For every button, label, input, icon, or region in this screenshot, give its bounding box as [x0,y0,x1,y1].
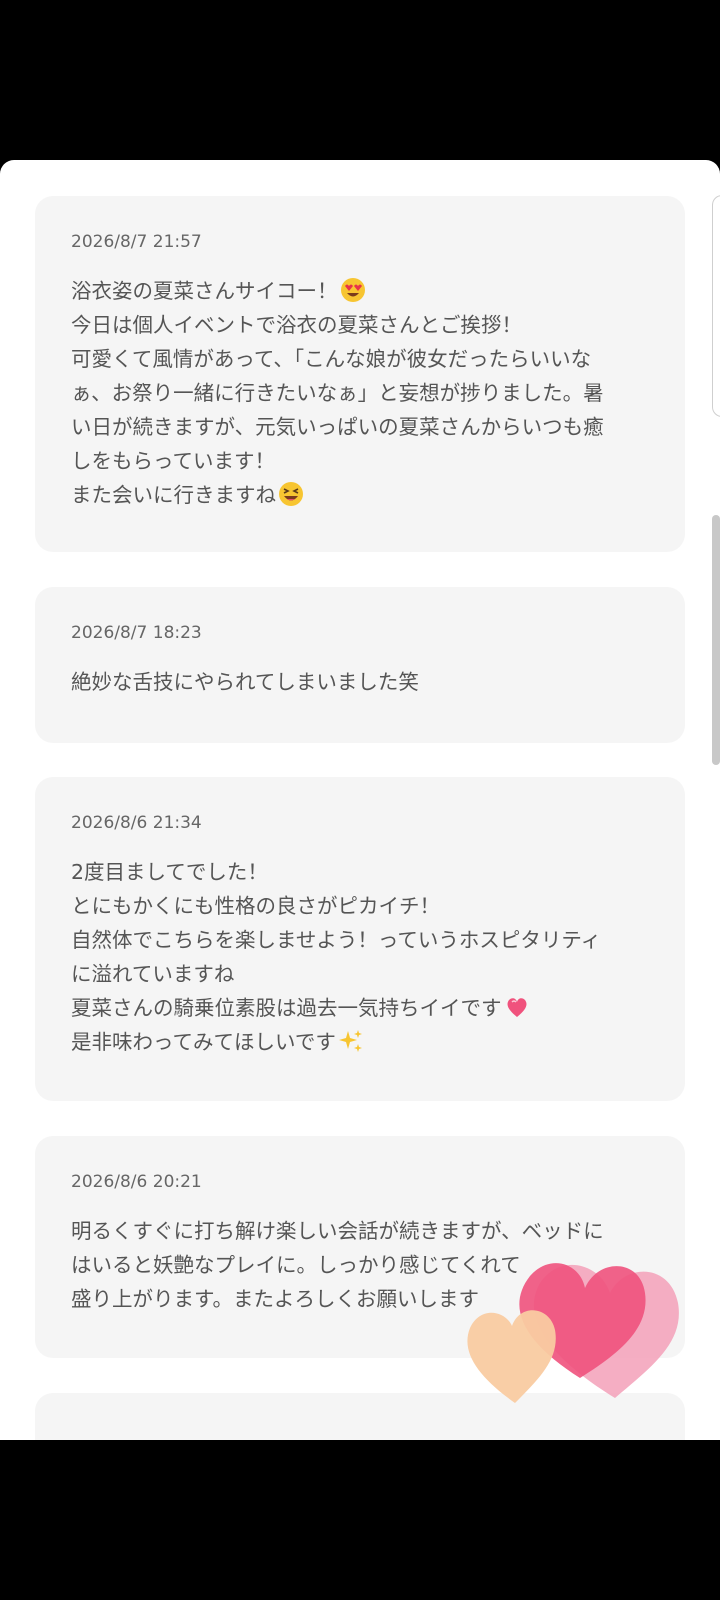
review-line: 絶妙な舌技にやられてしまいました笑 [71,670,419,694]
review-line: ぁ、お祭り一緒に行きたいなぁ」と妄想が捗りました。暑 [71,381,604,405]
review-line: 是非味わってみてほしいです [71,1030,336,1054]
review-line: 盛り上がります。またよろしくお願いします [71,1287,479,1311]
review-line: とにもかくにも性格の良さがピカイチ！ [71,894,440,918]
review-body: 2度目ましてでした！ とにもかくにも性格の良さがピカイチ！ 自然体でこちらを楽し… [71,855,649,1059]
side-panel-tab[interactable] [712,195,720,417]
grinning-squinting-emoji-icon [279,482,303,506]
review-card: 2026/8/7 21:57 浴衣姿の夏菜さんサイコー！ 今日は個人イベントで浴… [35,196,685,552]
scrollbar[interactable] [712,515,720,765]
review-date: 2026/8/7 18:23 [71,623,202,643]
review-line: に溢れていますね [71,962,235,986]
review-line: 夏菜さんの騎乗位素股は過去一気持ちイイです [71,996,502,1020]
review-card: 2026/8/7 18:23 絶妙な舌技にやられてしまいました笑 [35,587,685,743]
review-card: 2026/8/6 21:34 2度目ましてでした！ とにもかくにも性格の良さがピ… [35,777,685,1101]
review-line: 今日は個人イベントで浴衣の夏菜さんとご挨拶！ [71,313,522,337]
review-body: 浴衣姿の夏菜さんサイコー！ 今日は個人イベントで浴衣の夏菜さんとご挨拶！ 可愛く… [71,274,649,512]
hearts-sticker-icon [467,1263,679,1403]
review-line: 可愛くて風情があって、「こんな娘が彼女だったらいいな [71,347,592,371]
review-line: 2度目ましてでした！ [71,860,268,884]
review-list[interactable]: 2026/8/7 21:57 浴衣姿の夏菜さんサイコー！ 今日は個人イベントで浴… [0,160,720,1440]
navigation-bar-area [0,1440,720,1600]
review-line: はいると妖艶なプレイに。しっかり感じてくれて [71,1253,521,1277]
review-date: 2026/8/6 20:21 [71,1172,202,1192]
review-date: 2026/8/6 21:34 [71,813,202,833]
heart-eyes-emoji-icon [340,278,365,302]
review-line: い日が続きますが、元気いっぱいの夏菜さんからいつも癒 [71,415,604,439]
heart-emoji-icon [507,998,526,1017]
review-line: 明るくすぐに打ち解け楽しい会話が続きますが、ベッドに [71,1219,604,1243]
review-date: 2026/8/7 21:57 [71,232,202,252]
review-line: 自然体でこちらを楽しませよう！っていうホスピタリティ [71,928,602,952]
review-body: 絶妙な舌技にやられてしまいました笑 [71,665,649,699]
review-line: また会いに行きますね [71,483,276,507]
sparkles-emoji-icon [338,1030,362,1052]
review-line: 浴衣姿の夏菜さんサイコー！ [71,279,338,303]
review-line: しをもらっています！ [71,449,275,473]
status-bar-area [0,0,720,160]
